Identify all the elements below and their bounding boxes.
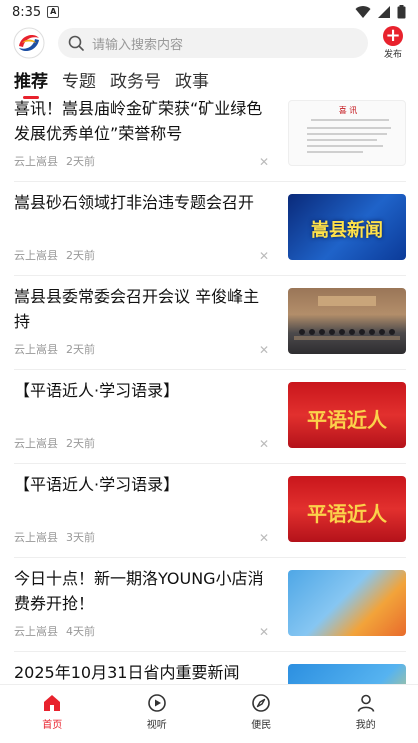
bottom-nav: 首页 视听 便民 我的 xyxy=(0,684,418,743)
news-title: 嵩县砂石领域打非治违专题会召开 xyxy=(14,193,255,212)
play-icon xyxy=(147,694,166,712)
news-time: 2天前 xyxy=(66,155,95,168)
news-meta: 云上嵩县 2天前 xyxy=(14,435,95,451)
status-bar: 8:35 A xyxy=(0,0,418,24)
notification-icon: A xyxy=(47,6,60,18)
publish-button[interactable]: + 发布 xyxy=(380,26,406,60)
news-source: 云上嵩县 xyxy=(14,155,58,168)
tab-political-affairs[interactable]: 政事 xyxy=(175,67,209,92)
dismiss-icon[interactable]: ✕ xyxy=(259,531,269,545)
status-left: 8:35 A xyxy=(12,4,60,20)
news-title: 2025年10月31日省内重要新闻 xyxy=(14,663,240,682)
tab-gov-accounts[interactable]: 政务号 xyxy=(110,67,161,92)
thumbnail-caption: 平语近人 xyxy=(307,502,387,526)
dismiss-icon[interactable]: ✕ xyxy=(259,155,269,169)
status-time: 8:35 xyxy=(12,4,42,20)
dismiss-icon[interactable]: ✕ xyxy=(259,343,269,357)
news-title: 喜讯！嵩县庙岭金矿荣获“矿业绿色发展优秀单位”荣誉称号 xyxy=(14,99,263,143)
news-meta: 云上嵩县 3天前 xyxy=(14,529,95,545)
document-title: 喜 讯 xyxy=(339,105,358,115)
user-icon xyxy=(357,694,375,712)
plus-icon: + xyxy=(383,26,403,46)
news-thumbnail: 平语近人 xyxy=(288,476,406,542)
tab-recommend[interactable]: 推荐 xyxy=(14,67,48,99)
news-time: 3天前 xyxy=(66,531,95,544)
news-time: 2天前 xyxy=(66,249,95,262)
news-meta: 云上嵩县 2天前 xyxy=(14,247,95,263)
news-thumbnail: 喜 讯 xyxy=(288,100,406,166)
news-thumbnail: 嵩县新闻 xyxy=(288,194,406,260)
nav-services-label: 便民 xyxy=(251,720,272,731)
home-icon xyxy=(44,695,61,711)
news-source: 云上嵩县 xyxy=(14,437,58,450)
news-source: 云上嵩县 xyxy=(14,249,58,262)
app-header: 请输入搜索内容 + 发布 xyxy=(0,24,418,62)
news-thumbnail xyxy=(288,570,406,636)
news-meta: 云上嵩县 2天前 xyxy=(14,153,95,169)
meeting-photo xyxy=(294,296,400,340)
search-icon xyxy=(68,35,84,51)
dismiss-icon[interactable]: ✕ xyxy=(259,437,269,451)
news-time: 2天前 xyxy=(66,343,95,356)
news-title: 【平语近人·学习语录】 xyxy=(14,475,180,494)
search-placeholder: 请输入搜索内容 xyxy=(92,37,184,53)
news-title: 【平语近人·学习语录】 xyxy=(14,381,180,400)
news-thumbnail xyxy=(288,288,406,354)
news-item[interactable]: 喜讯！嵩县庙岭金矿荣获“矿业绿色发展优秀单位”荣誉称号 云上嵩县 2天前 ✕ 喜… xyxy=(14,96,406,182)
signal-icon xyxy=(378,6,390,18)
news-time: 4天前 xyxy=(66,625,95,638)
search-bar[interactable]: 请输入搜索内容 xyxy=(58,28,368,58)
news-meta: 云上嵩县 2天前 xyxy=(14,341,95,357)
dismiss-icon[interactable]: ✕ xyxy=(259,249,269,263)
news-item[interactable]: 嵩县砂石领域打非治违专题会召开 云上嵩县 2天前 ✕ 嵩县新闻 xyxy=(14,182,406,276)
news-item[interactable]: 嵩县县委常委会召开会议 辛俊峰主持 云上嵩县 2天前 ✕ xyxy=(14,276,406,370)
tab-topics[interactable]: 专题 xyxy=(62,67,96,92)
thumbnail-caption: 嵩县新闻 xyxy=(311,220,383,241)
thumbnail-caption: 平语近人 xyxy=(307,408,387,432)
news-feed: 喜讯！嵩县庙岭金矿荣获“矿业绿色发展优秀单位”荣誉称号 云上嵩县 2天前 ✕ 喜… xyxy=(0,96,418,684)
app-logo[interactable] xyxy=(12,26,46,60)
news-source: 云上嵩县 xyxy=(14,343,58,356)
nav-media-label: 视听 xyxy=(146,720,167,731)
nav-profile-label: 我的 xyxy=(355,720,376,731)
news-item[interactable]: 2025年10月31日省内重要新闻 xyxy=(14,652,406,684)
battery-icon xyxy=(397,5,406,19)
news-source: 云上嵩县 xyxy=(14,625,58,638)
nav-home[interactable]: 首页 xyxy=(0,685,105,743)
wifi-icon xyxy=(355,6,371,19)
news-item[interactable]: 【平语近人·学习语录】 云上嵩县 2天前 ✕ 平语近人 xyxy=(14,370,406,464)
status-right xyxy=(355,5,406,19)
news-title: 今日十点！新一期洛YOUNG小店消费券开抢！ xyxy=(14,569,264,613)
channel-tabs: 推荐 专题 政务号 政事 xyxy=(0,62,418,99)
nav-profile[interactable]: 我的 xyxy=(314,685,418,743)
news-source: 云上嵩县 xyxy=(14,531,58,544)
nav-home-label: 首页 xyxy=(42,720,63,731)
compass-icon xyxy=(252,694,271,712)
news-thumbnail xyxy=(288,664,406,684)
news-thumbnail: 平语近人 xyxy=(288,382,406,448)
news-item[interactable]: 今日十点！新一期洛YOUNG小店消费券开抢！ 云上嵩县 4天前 ✕ xyxy=(14,558,406,652)
nav-services[interactable]: 便民 xyxy=(209,685,314,743)
news-item[interactable]: 【平语近人·学习语录】 云上嵩县 3天前 ✕ 平语近人 xyxy=(14,464,406,558)
dismiss-icon[interactable]: ✕ xyxy=(259,625,269,639)
news-time: 2天前 xyxy=(66,437,95,450)
document-image: 喜 讯 xyxy=(307,105,391,153)
nav-media[interactable]: 视听 xyxy=(105,685,210,743)
publish-label: 发布 xyxy=(383,50,402,60)
news-meta: 云上嵩县 4天前 xyxy=(14,623,95,639)
news-title: 嵩县县委常委会召开会议 辛俊峰主持 xyxy=(14,287,260,331)
